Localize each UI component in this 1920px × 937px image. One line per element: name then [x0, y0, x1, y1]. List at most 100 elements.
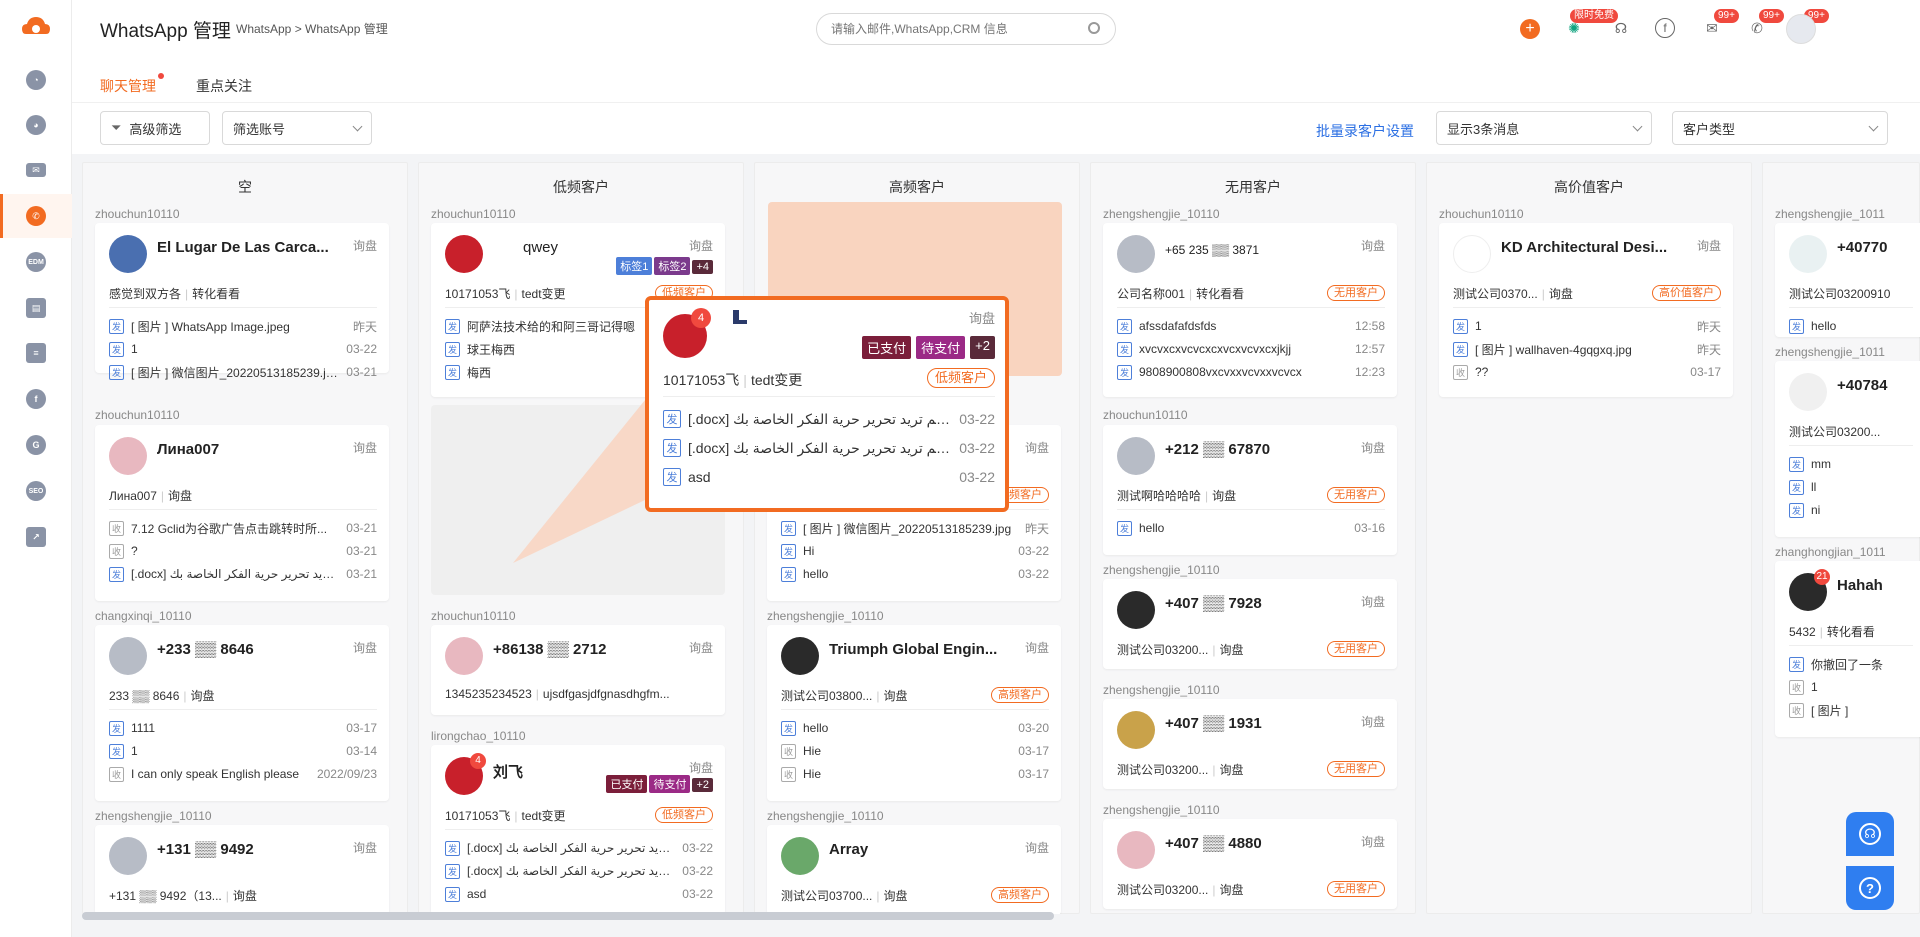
breadcrumb[interactable]: WhatsApp > WhatsApp 管理: [236, 20, 388, 37]
tag-chip[interactable]: 待支付: [649, 775, 691, 793]
message-row[interactable]: 发 hello 03-22: [781, 565, 1049, 583]
tag-chip[interactable]: 待支付: [916, 336, 966, 359]
tag-chip[interactable]: 已支付: [862, 336, 912, 359]
message-text: I can only speak English please: [131, 767, 300, 781]
tag-chip-more[interactable]: +4: [692, 260, 713, 274]
tab-focus[interactable]: 重点关注: [196, 76, 252, 96]
customer-type-select[interactable]: 客户类型: [1672, 111, 1888, 145]
customer-card[interactable]: 21 Hahah 5432 | 转化看看 发你撤回了一条 收1 收 [ 图片 ]: [1775, 561, 1920, 737]
app-logo[interactable]: [20, 14, 52, 38]
facebook-icon[interactable]: f: [1655, 18, 1675, 38]
customer-card[interactable]: Лина007 询盘 Лина007 | 询盘 收 7.12 Gclid为谷歌广告点击…: [95, 425, 389, 601]
customer-card[interactable]: +40770 测试公司03200910 发 hello: [1775, 223, 1920, 337]
message-row[interactable]: 发 hello 03-16: [1117, 519, 1385, 537]
customer-card[interactable]: +407 ▒▒ 7928 询盘 测试公司03200... | 询盘 无用客户: [1103, 579, 1397, 669]
customer-card[interactable]: +65 235 ▒▒ 3871 询盘 公司名称001 | 转化看看 无用客户 发 af…: [1103, 223, 1397, 397]
tag-chip-more[interactable]: +2: [692, 778, 713, 792]
customer-card[interactable]: KD Architectural Desi... 询盘 测试公司0370... |…: [1439, 223, 1733, 397]
message-row[interactable]: 发 [ 图片 ] wallhaven-4gqgxq.jpg 昨天: [1453, 340, 1721, 358]
inquiry-label: 询盘: [1360, 715, 1385, 729]
message-text: hello: [1139, 521, 1165, 535]
avatar: [1789, 235, 1827, 273]
message-row[interactable]: 发 hello 03-20: [781, 719, 1049, 737]
message-row[interactable]: 发 asd 03-22: [445, 885, 713, 903]
message-row[interactable]: 发 [ 图片 ] 微信图片_20220513185239.jpg 03-21: [109, 363, 377, 381]
sidebar-item-analytics[interactable]: ◕: [0, 103, 72, 147]
sidebar-item-reports[interactable]: ↗: [0, 515, 72, 559]
customer-card[interactable]: +407 ▒▒ 1931 询盘 测试公司03200... | 询盘 无用客户: [1103, 699, 1397, 789]
customer-card[interactable]: +86138 ▒▒ 2712 询盘 1345235234523 | ujsdfgas…: [431, 625, 725, 715]
add-icon[interactable]: +: [1520, 19, 1540, 39]
user-avatar[interactable]: [1786, 14, 1816, 44]
show-messages-select[interactable]: 显示3条消息: [1436, 111, 1652, 145]
tag-chip[interactable]: 标签1: [616, 257, 653, 275]
message-row[interactable]: 收 [ 图片 ]: [1789, 701, 1913, 719]
message-row[interactable]: 发 xvcvxcxvcvcxcxvcxvcvxcxjkjj 12:57: [1117, 340, 1385, 358]
tag-chip[interactable]: 已支付: [606, 775, 648, 793]
message-row[interactable]: 发 1111 03-17: [109, 719, 377, 737]
sidebar-item-seo[interactable]: SEO: [0, 469, 72, 513]
sidebar-item-docs[interactable]: ▤: [0, 286, 72, 330]
headset-icon[interactable]: ☊: [1609, 16, 1633, 40]
sidebar-item-facebook[interactable]: f: [0, 377, 72, 421]
message-row[interactable]: 发你撤回了一条: [1789, 655, 1913, 673]
message-row[interactable]: 发 [.docx] يمكم تريد تحرير حرية الفكر الخا…: [109, 565, 377, 583]
search-input[interactable]: [816, 13, 1116, 45]
sidebar-item-mail[interactable]: ✉: [0, 148, 72, 192]
sidebar-item-whatsapp[interactable]: ✆: [0, 194, 72, 238]
customer-card[interactable]: +212 ▒▒ 67870 询盘 测试啊哈哈哈哈 | 询盘 无用客户 发 hello 0…: [1103, 425, 1397, 555]
dragging-card-preview[interactable]: 4 询盘 已支付 待支付 +2 10171053飞 | tedt变更 低频客户 发 […: [645, 296, 1009, 512]
message-row[interactable]: 发 asd 03-22: [663, 466, 995, 488]
message-row[interactable]: 发 [.docx] يمكم تريد تحرير حرية الفكر الخا…: [663, 437, 995, 459]
customer-service-button[interactable]: ☊: [1846, 812, 1894, 856]
tag-chip-more[interactable]: +2: [970, 336, 995, 359]
customer-card[interactable]: Array 询盘 测试公司03700... | 询盘 高频客户: [767, 825, 1061, 914]
message-row[interactable]: 发 [.docx] يمكم تريد تحرير حرية الفكر الخا…: [445, 862, 713, 880]
sidebar-item-dashboard[interactable]: ◔: [0, 58, 72, 102]
message-row[interactable]: 收 Hie 03-17: [781, 765, 1049, 783]
message-row[interactable]: 发 [ 图片 ] WhatsApp Image.jpeg 昨天: [109, 317, 377, 335]
customer-card[interactable]: +131 ▒▒ 9492 询盘 +131 ▒▒ 9492（13... | 询盘: [95, 825, 389, 914]
message-row[interactable]: 发 [ 图片 ] 微信图片_20220513185239.jpg 昨天: [781, 519, 1049, 537]
message-row[interactable]: 发 hello: [1789, 317, 1913, 335]
message-row[interactable]: 发 ni: [1789, 501, 1913, 519]
message-row[interactable]: 收1: [1789, 678, 1913, 696]
customer-card[interactable]: 4 刘飞 询盘 已支付 待支付 +2 10171053飞 | tedt变更 低频客户 发…: [431, 745, 725, 914]
mail-icon: ✉: [26, 163, 46, 177]
message-row[interactable]: 收?? 03-17: [1453, 363, 1721, 381]
sent-icon: 发: [445, 863, 460, 879]
customer-card[interactable]: +233 ▒▒ 8646 询盘 233 ▒▒ 8646 | 询盘 发 1111 03-1…: [95, 625, 389, 801]
message-row[interactable]: 发 [.docx] يمكم تريد تحرير حرية الفكر الخا…: [663, 408, 995, 430]
message-row[interactable]: 发 afssdafafdsfds 12:58: [1117, 317, 1385, 335]
customer-card[interactable]: +407 ▒▒ 4880 询盘 测试公司03200... | 询盘 无用客户: [1103, 819, 1397, 909]
horizontal-scrollbar[interactable]: [82, 912, 1054, 920]
customer-card[interactable]: Triumph Global Engin... 询盘 测试公司03800... |…: [767, 625, 1061, 801]
customer-card[interactable]: El Lugar De Las Carca... 询盘 感觉到双方各 | 转化看看 …: [95, 223, 389, 380]
message-row[interactable]: 收 7.12 Gclid为谷歌广告点击跳转时所... 03-21: [109, 519, 377, 537]
search-icon[interactable]: [1088, 22, 1100, 34]
batch-customer-settings-link[interactable]: 批量录客户设置: [1316, 121, 1414, 141]
advanced-filter-button[interactable]: ⏷ 高级筛选: [100, 111, 210, 145]
tab-chat-management[interactable]: 聊天管理: [100, 76, 156, 106]
message-row[interactable]: 发 Hi 03-22: [781, 542, 1049, 560]
message-row[interactable]: 收 Hie 03-17: [781, 742, 1049, 760]
help-button[interactable]: ?: [1846, 866, 1894, 910]
message-row[interactable]: 收? 03-21: [109, 542, 377, 560]
sidebar-item-google[interactable]: G: [0, 423, 72, 467]
message-row[interactable]: 发 9808900808vxcvxxvcvxxvcvcx 12:23: [1117, 363, 1385, 381]
message-row[interactable]: 发 ll: [1789, 478, 1913, 496]
account-filter-select[interactable]: 筛选账号: [222, 111, 372, 145]
sidebar-item-forms[interactable]: ≡: [0, 331, 72, 375]
message-row[interactable]: 发 1 昨天: [1453, 317, 1721, 335]
sidebar-item-edm[interactable]: EDM: [0, 240, 72, 284]
tag-chip[interactable]: 标签2: [654, 257, 691, 275]
message-row[interactable]: 收 I can only speak English please 2022/09/…: [109, 765, 377, 783]
message-row[interactable]: 发 1 03-22: [109, 340, 377, 358]
inquiry-label: 询盘: [1696, 239, 1721, 253]
sent-icon: 发: [1789, 479, 1804, 495]
message-row[interactable]: 发 [.docx] يمكم تريد تحرير حرية الفكر الخا…: [445, 839, 713, 857]
stage-label: ujsdfgasjdfgnasdhgfm...: [542, 687, 670, 701]
message-row[interactable]: 发 1 03-14: [109, 742, 377, 760]
customer-card[interactable]: +40784 测试公司03200... 发 mm 发 ll 发 ni: [1775, 361, 1920, 537]
message-row[interactable]: 发 mm: [1789, 455, 1913, 473]
